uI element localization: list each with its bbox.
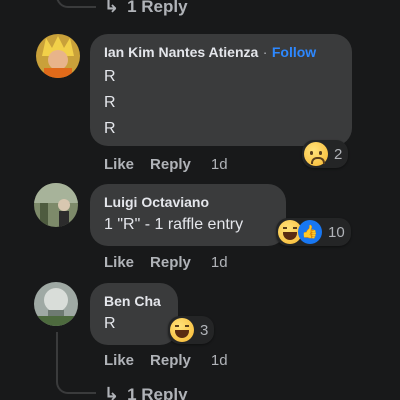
like-button[interactable]: Like bbox=[104, 352, 134, 369]
avatar[interactable] bbox=[36, 34, 80, 78]
thread-line-bottom bbox=[56, 332, 96, 394]
avatar[interactable] bbox=[34, 183, 78, 227]
reaction-count: 10 bbox=[328, 223, 345, 241]
view-replies-label: 1 Reply bbox=[127, 384, 188, 400]
like-button[interactable]: Like bbox=[104, 156, 134, 173]
comment-text: R bbox=[104, 315, 116, 332]
thread-line-top bbox=[56, 0, 96, 8]
reply-arrow-icon: ↳ bbox=[104, 384, 120, 400]
reaction-summary[interactable]: 👍 10 bbox=[276, 218, 351, 246]
avatar[interactable] bbox=[34, 282, 78, 326]
timestamp[interactable]: 1d bbox=[211, 156, 228, 173]
avatar-image bbox=[36, 34, 80, 78]
reply-button[interactable]: Reply bbox=[150, 352, 191, 369]
separator-dot: · bbox=[262, 44, 268, 60]
follow-button[interactable]: Follow bbox=[272, 44, 316, 60]
like-button[interactable]: Like bbox=[104, 254, 134, 271]
comment-actions: Like Reply 1d bbox=[104, 254, 228, 271]
view-replies-label: 1 Reply bbox=[127, 0, 188, 16]
avatar-image bbox=[34, 282, 78, 326]
reply-arrow-icon: ↳ bbox=[104, 0, 120, 16]
sad-emoji-icon bbox=[304, 142, 328, 166]
comment-text: 1 "R" - 1 raffle entry bbox=[104, 216, 244, 233]
comment-text-line: R bbox=[104, 68, 116, 85]
comment-author[interactable]: Ian Kim Nantes Atienza bbox=[104, 44, 258, 60]
comment-actions: Like Reply 1d bbox=[104, 352, 228, 369]
comment-text-line: R bbox=[104, 94, 116, 111]
comment-text-line: R bbox=[104, 120, 116, 137]
reply-button[interactable]: Reply bbox=[150, 254, 191, 271]
like-emoji-icon: 👍 bbox=[298, 220, 322, 244]
comment-bubble: Luigi Octaviano 1 "R" - 1 raffle entry bbox=[90, 184, 286, 246]
comment-bubble: Ian Kim Nantes Atienza · Follow R R R bbox=[90, 34, 352, 146]
comment-actions: Like Reply 1d bbox=[104, 156, 228, 173]
comment-author[interactable]: Ben Cha bbox=[104, 293, 164, 309]
reply-button[interactable]: Reply bbox=[150, 156, 191, 173]
view-replies-link-bottom[interactable]: ↳ 1 Reply bbox=[104, 384, 188, 400]
reaction-summary[interactable]: 3 bbox=[168, 316, 215, 344]
reaction-count: 2 bbox=[334, 145, 343, 163]
timestamp[interactable]: 1d bbox=[211, 352, 228, 369]
comment-author[interactable]: Luigi Octaviano bbox=[104, 194, 272, 210]
haha-emoji-icon bbox=[170, 318, 194, 342]
reaction-summary[interactable]: 2 bbox=[302, 140, 349, 168]
avatar-image bbox=[34, 183, 78, 227]
reaction-count: 3 bbox=[200, 321, 209, 339]
comment-bubble: Ben Cha R bbox=[90, 283, 178, 345]
timestamp[interactable]: 1d bbox=[211, 254, 228, 271]
view-replies-link-top[interactable]: ↳ 1 Reply bbox=[104, 0, 188, 17]
